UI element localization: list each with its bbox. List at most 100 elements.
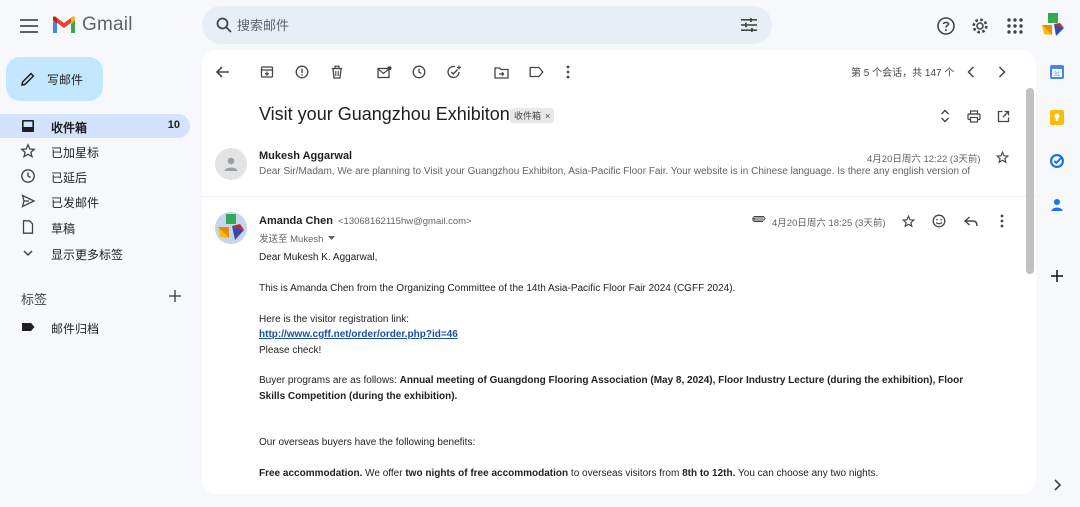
sidebar-item-label-archive[interactable]: 邮件归档 (0, 315, 190, 339)
older-button[interactable] (990, 60, 1014, 84)
newer-button[interactable] (959, 60, 983, 84)
more-vertical-icon (566, 65, 570, 79)
move-to-button[interactable] (489, 60, 513, 84)
unfold-icon (941, 109, 949, 123)
star-icon (20, 143, 36, 158)
message1-snippet[interactable]: Dear Sir/Madam, We are planning to Visit… (259, 166, 994, 177)
recipients-text: 发送至 Mukesh (259, 234, 324, 245)
add-reaction-button[interactable] (927, 209, 951, 233)
clock-icon (21, 169, 35, 183)
archive-button[interactable] (255, 60, 279, 84)
gmail-m-icon (53, 16, 75, 33)
message1-star-button[interactable] (991, 146, 1013, 168)
benefit-nights: two nights of free accommodation (405, 468, 569, 479)
search-button[interactable] (212, 13, 236, 37)
sidebar-item-label: 已发邮件 (51, 196, 100, 210)
calendar-icon: 31 (1050, 65, 1064, 79)
keep-note-icon (1050, 110, 1064, 125)
open-new-window-button[interactable] (991, 104, 1015, 128)
body-intro: This is Amanda Chen from the Organizing … (259, 283, 736, 294)
more-actions-button[interactable] (556, 60, 580, 84)
main-menu-button[interactable] (14, 11, 44, 41)
recipients-line[interactable]: 发送至 Mukesh (259, 231, 336, 245)
inbox-label-chip: 收件箱 × (510, 108, 555, 123)
registration-link[interactable]: http://www.cgff.net/order/order.php?id=4… (259, 329, 458, 340)
mark-unread-button[interactable] (372, 60, 396, 84)
calendar-app-button[interactable]: 31 (1047, 62, 1067, 82)
benefit-text-1: We offer (362, 468, 406, 479)
expand-all-button[interactable] (933, 104, 957, 128)
star-icon (995, 150, 1009, 163)
create-label-button[interactable] (166, 287, 184, 305)
snooze-button[interactable] (407, 60, 431, 84)
reply-button[interactable] (959, 209, 983, 233)
delete-button[interactable] (325, 60, 349, 84)
message-divider (202, 196, 1036, 197)
sidebar-item-inbox[interactable]: 收件箱 10 (0, 114, 190, 138)
add-to-tasks-button[interactable] (442, 60, 466, 84)
get-addons-button[interactable] (1047, 266, 1067, 286)
scrollbar-thumb[interactable] (1026, 88, 1034, 274)
draft-file-icon (22, 220, 34, 234)
chevron-right-icon (998, 66, 1006, 78)
back-button[interactable] (211, 60, 235, 84)
caret-down-icon (328, 236, 336, 240)
label-icon (529, 66, 544, 78)
sender-avatar[interactable] (215, 212, 247, 244)
contacts-icon (1051, 199, 1063, 211)
message2-sender[interactable]: Amanda Chen (259, 215, 333, 227)
sidebar-item-sent[interactable]: 已发邮件 (0, 189, 190, 213)
search-options-button[interactable] (736, 12, 762, 38)
message-more-button[interactable] (990, 209, 1014, 233)
body-please-check: Please check! (259, 345, 322, 356)
contacts-app-button[interactable] (1047, 195, 1067, 215)
sender-avatar[interactable] (215, 148, 247, 180)
message1-sender[interactable]: Mukesh Aggarwal (259, 150, 352, 162)
print-button[interactable] (962, 104, 986, 128)
buyer-prefix: Buyer programs are as follows: (259, 375, 400, 386)
show-side-panel-button[interactable] (1047, 475, 1067, 495)
sidebar-item-more[interactable]: 显示更多标签 (0, 241, 190, 265)
gmail-logo[interactable]: Gmail (52, 14, 133, 36)
settings-button[interactable] (966, 12, 994, 40)
benefit-text-2: to overseas visitors from (568, 468, 683, 479)
search-bar[interactable] (202, 6, 772, 44)
label-tag-icon (22, 323, 35, 331)
add-task-icon (446, 65, 461, 79)
sidebar-item-snoozed[interactable]: 已延后 (0, 164, 190, 188)
open-in-new-icon (997, 110, 1009, 122)
sidebar-item-drafts[interactable]: 草稿 (0, 215, 190, 239)
message2-star-button[interactable] (896, 209, 920, 233)
sidebar-item-starred[interactable]: 已加星标 (0, 139, 190, 163)
buyer-programs-1: Annual meeting of Guangdong Flooring Ass… (399, 375, 964, 386)
compose-button[interactable]: 写邮件 (6, 57, 103, 101)
chevron-right-icon (1054, 479, 1062, 491)
account-avatar[interactable] (1040, 12, 1066, 38)
reply-icon (964, 215, 978, 226)
tasks-app-button[interactable] (1047, 151, 1067, 171)
remove-label-button[interactable]: × (545, 111, 550, 121)
attachment-icon (752, 216, 766, 222)
svg-text:31: 31 (1054, 72, 1061, 78)
labels-heading: 标签 (21, 292, 48, 307)
sidebar-item-label: 已加星标 (51, 146, 100, 160)
support-button[interactable] (932, 12, 960, 40)
sender-avatar-icon (215, 212, 247, 244)
search-input[interactable] (237, 10, 727, 40)
report-spam-icon (295, 65, 309, 79)
sidebar-item-label: 收件箱 (51, 121, 88, 135)
keep-app-button[interactable] (1047, 107, 1067, 127)
labels-button[interactable] (524, 60, 548, 84)
search-icon (216, 17, 232, 33)
account-avatar-icon (1042, 13, 1064, 36)
trash-icon (331, 65, 343, 79)
plus-icon (169, 290, 181, 302)
report-spam-button[interactable] (290, 60, 314, 84)
benefit-title: Free accommodation. (259, 468, 363, 479)
apps-button[interactable] (1001, 12, 1029, 40)
message1-date: 4月20日周六 12:22 (3天前) (867, 154, 981, 165)
compose-label: 写邮件 (47, 72, 84, 87)
plus-icon (1051, 270, 1063, 282)
body-benefit-1: Free accommodation. We offer two nights … (259, 466, 1019, 482)
benefit-dates: 8th to 12th. (682, 468, 736, 479)
